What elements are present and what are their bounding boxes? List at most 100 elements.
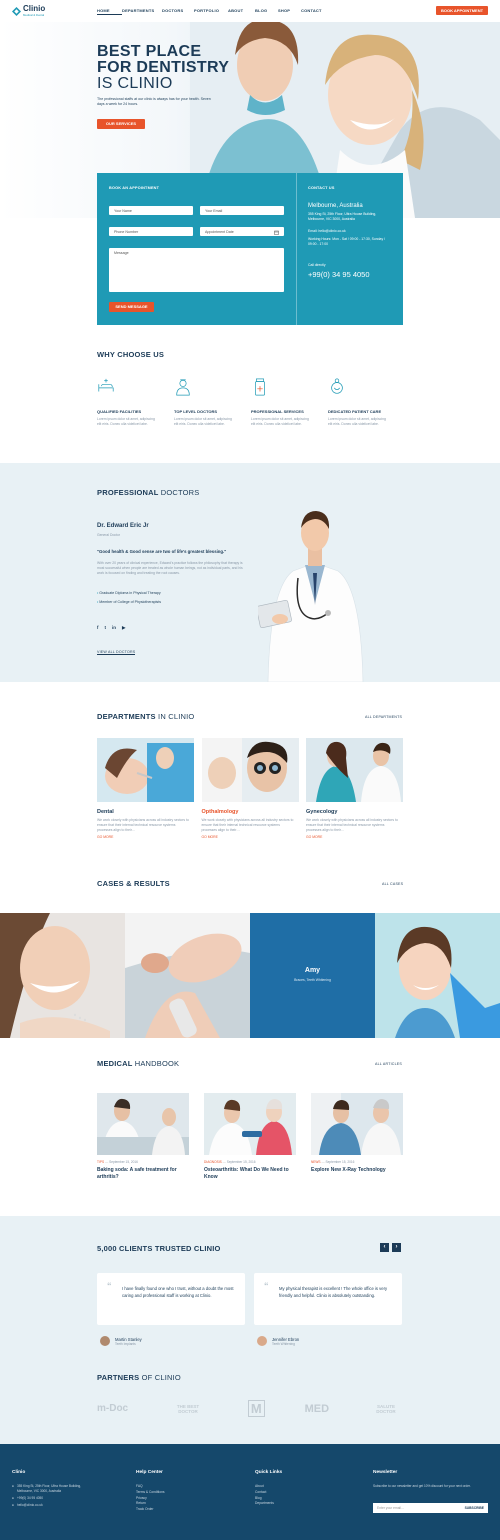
credential-item: • Member of College of Physiotherapists [97,598,161,607]
patient-care-icon [331,378,343,394]
departments-title-bold: DEPARTMENTS [97,712,156,721]
book-appointment-button[interactable]: BOOK APPOINTMENT [436,6,488,15]
partner-logo[interactable]: M [247,1400,265,1417]
article-title[interactable]: Explore New X-Ray Technology [311,1167,403,1174]
why-item-title: QUALIFIED FACILITIES [97,409,142,414]
credential-text: Member of College of Physiotherapists [99,600,161,604]
date-input[interactable]: Appointment Date [200,227,284,236]
quote-icon: “ [107,1281,112,1291]
credential-item: • Graduate Diploma in Physical Therapy [97,589,161,598]
department-text: We work closely with physicians across a… [97,818,189,832]
contact-phone[interactable]: +99(0) 34 95 4050 [308,270,393,279]
why-item: DEDICATED PATIENT CARE Lorem ipsum dolor… [328,378,405,427]
contact-title: CONTACT US [308,186,335,190]
testimonial-card: “ My physical therapist is excellent ! T… [254,1273,402,1325]
article-title[interactable]: Osteoarthritis: What Do We Need to Know [204,1167,296,1180]
why-item: TOP LEVEL DOCTORS Lorem ipsum dolor sit … [174,378,251,427]
send-message-button[interactable]: SEND MESSAGE [109,302,154,312]
article-title[interactable]: Baking soda: A safe treatment for arthri… [97,1167,189,1180]
testimonial-prev-button[interactable]: ‹ [380,1243,389,1252]
nav-blog[interactable]: BLOG [255,8,278,15]
department-name: Gynecology [306,809,338,815]
case-item-featured[interactable]: Amy Braces, Teeth Whitening [250,913,375,1038]
article-card[interactable]: TIPS — September 15, 2016 Baking soda: A… [97,1093,189,1180]
footer-brand: Clinio [12,1470,26,1475]
testimonial-next-button[interactable]: › [392,1243,401,1252]
article-category[interactable]: TIPS [97,1160,104,1164]
linkedin-icon[interactable]: in [112,625,116,631]
partner-logo[interactable]: MED [305,1403,329,1415]
why-item: PROFESSIONAL SERVICES Lorem ipsum dolor … [251,378,328,427]
all-departments-link[interactable]: ALL DEPARTMENTS [365,715,402,719]
article-image [204,1093,296,1155]
testimonial-card: “ I have finally found one who I trust, … [97,1273,245,1325]
why-item-text: Lorem ipsum dolor sit amet, adipiscing e… [97,417,155,426]
all-cases-link[interactable]: ALL CASES [382,882,403,886]
contact-city: Melbourne, Australia [308,203,363,209]
quick-links: About Contact Blog Departments [255,1484,274,1507]
help-links: FAQ Terms & Conditions Privacy Return Tr… [136,1484,165,1513]
phone-input[interactable]: Phone Number [109,227,193,236]
logo-name: Clinio [23,4,46,13]
quote-icon: “ [264,1281,269,1291]
partners-logos: m-Doc THE BEST DOCTOR M MED SALUTE DOCTO… [97,1400,403,1417]
handbook-title: MEDICAL HANDBOOK [97,1059,179,1068]
case-featured-sub: Braces, Teeth Whitening [294,978,331,982]
nav-home[interactable]: HOME [97,8,122,15]
department-more-link[interactable]: GO MORE [306,835,403,839]
doctors-title-bold: PROFESSIONAL [97,488,159,497]
footer-link[interactable]: Terms & Conditions [136,1490,165,1496]
article-card[interactable]: DIAGNOSIS — September 15, 2016 Osteoarth… [204,1093,296,1180]
department-card[interactable]: Dental We work closely with physicians a… [97,738,194,839]
bed-icon [98,378,114,392]
footer-email[interactable]: hello@clinio.co.uk [17,1503,43,1508]
partner-logo[interactable]: SALUTE DOCTOR [369,1404,403,1414]
nav-contact[interactable]: CONTACT [301,8,331,15]
partner-logo[interactable]: THE BEST DOCTOR [168,1404,208,1414]
articles-list: TIPS — September 15, 2016 Baking soda: A… [97,1093,403,1180]
author-role: Teeth Whitening [272,1341,295,1346]
department-name: Opthalmology [201,809,239,815]
footer-link[interactable]: Track Order [136,1507,165,1513]
article-category[interactable]: DIAGNOSIS [204,1160,222,1164]
departments-list: Dental We work closely with physicians a… [97,738,403,839]
case-item[interactable] [0,913,125,1038]
site-header: Clinio Medical & Dental HOME DEPARTMENTS… [0,0,500,22]
name-input[interactable]: Your Name [109,206,193,215]
twitter-icon[interactable]: t [105,625,107,631]
article-card[interactable]: NEWS — September 15, 2016 Explore New X-… [311,1093,403,1180]
department-more-link[interactable]: GO MORE [97,835,194,839]
article-category[interactable]: NEWS [311,1160,321,1164]
footer-link[interactable]: Departments [255,1501,274,1507]
subscribe-button[interactable]: SUBSCRIBE [465,1506,484,1510]
our-services-button[interactable]: OUR SERVICES [97,119,145,129]
department-card[interactable]: Opthalmology We work closely with physic… [201,738,299,839]
department-card[interactable]: Gynecology We work closely with physicia… [306,738,403,839]
article-meta: NEWS — September 15, 2016 [311,1160,355,1164]
why-list: QUALIFIED FACILITIES Lorem ipsum dolor s… [97,378,407,427]
contact-email: Email: hello@clinio.co.uk [308,229,346,233]
testimonial-text: I have finally found one who I trust, wi… [122,1286,234,1298]
departments-title: DEPARTMENTS IN CLINIO [97,712,194,721]
testimonial-author: Jennifer Ebron Teeth Whitening [257,1336,299,1346]
partner-logo[interactable]: m-Doc [97,1403,128,1414]
nav-shop[interactable]: SHOP [278,8,301,15]
message-textarea[interactable]: Message [109,248,284,292]
facebook-icon[interactable]: f [97,625,99,631]
all-articles-link[interactable]: ALL ARTICLES [375,1062,402,1066]
why-item-text: Lorem ipsum dolor sit amet, adipiscing e… [174,417,232,426]
mail-icon: ● [12,1503,14,1507]
nav-doctors[interactable]: DOCTORS [162,8,194,15]
youtube-icon[interactable]: ▶ [122,625,125,631]
nav-portfolio[interactable]: PORTFOLIO [194,8,228,15]
nav-about[interactable]: ABOUT [228,8,255,15]
case-item[interactable] [125,913,250,1038]
email-input[interactable]: Your Email [200,206,284,215]
credential-text: Graduate Diploma in Physical Therapy [99,591,161,595]
nav-departments[interactable]: DEPARTMENTS [122,8,162,15]
logo[interactable]: Clinio Medical & Dental [12,5,45,17]
view-all-doctors-link[interactable]: VIEW ALL DOCTORS [97,650,136,655]
newsletter-email-input[interactable]: Enter your email... [377,1506,404,1510]
department-more-link[interactable]: GO MORE [202,835,299,839]
case-item[interactable] [375,913,500,1038]
